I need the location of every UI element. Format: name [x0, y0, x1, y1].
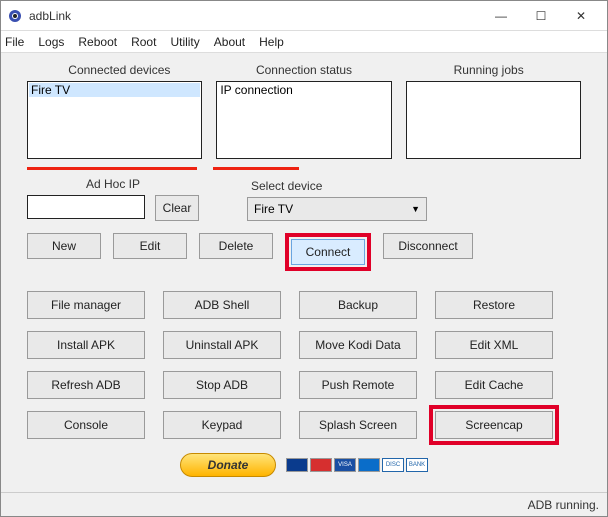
close-button[interactable]: ✕ [561, 2, 601, 30]
adhoc-ip-label: Ad Hoc IP [27, 177, 199, 191]
list-item: IP connection [218, 83, 389, 97]
move-kodi-button[interactable]: Move Kodi Data [299, 331, 417, 359]
console-button[interactable]: Console [27, 411, 145, 439]
annotation-highlight: Screencap [429, 405, 559, 445]
connected-devices-list[interactable]: Fire TV [27, 81, 202, 159]
new-button[interactable]: New [27, 233, 101, 259]
menubar: File Logs Reboot Root Utility About Help [1, 31, 607, 53]
stop-adb-button[interactable]: Stop ADB [163, 371, 281, 399]
payment-cards-icon: VISA DISC BANK [286, 458, 428, 472]
connection-status-label: Connection status [212, 63, 397, 77]
menu-about[interactable]: About [214, 35, 245, 49]
device-select-value: Fire TV [254, 202, 293, 216]
statusbar: ADB running. [1, 492, 607, 516]
connect-button[interactable]: Connect [291, 239, 365, 265]
annotation-line [213, 167, 299, 170]
connection-status-list[interactable]: IP connection [216, 81, 391, 159]
maximize-button[interactable]: ☐ [521, 2, 561, 30]
menu-file[interactable]: File [5, 35, 24, 49]
minimize-button[interactable]: — [481, 2, 521, 30]
adhoc-ip-input[interactable] [27, 195, 145, 219]
file-manager-button[interactable]: File manager [27, 291, 145, 319]
list-item[interactable]: Fire TV [29, 83, 200, 97]
keypad-button[interactable]: Keypad [163, 411, 281, 439]
edit-button[interactable]: Edit [113, 233, 187, 259]
running-jobs-label: Running jobs [396, 63, 581, 77]
push-remote-button[interactable]: Push Remote [299, 371, 417, 399]
menu-logs[interactable]: Logs [38, 35, 64, 49]
screencap-button[interactable]: Screencap [435, 411, 553, 439]
select-device-label: Select device [251, 179, 581, 193]
clear-button[interactable]: Clear [155, 195, 199, 221]
device-select[interactable]: Fire TV ▼ [247, 197, 427, 221]
menu-root[interactable]: Root [131, 35, 156, 49]
menu-utility[interactable]: Utility [170, 35, 199, 49]
app-icon [7, 8, 23, 24]
chevron-down-icon: ▼ [411, 204, 420, 214]
connected-devices-label: Connected devices [27, 63, 212, 77]
status-text: ADB running. [528, 498, 599, 512]
install-apk-button[interactable]: Install APK [27, 331, 145, 359]
donate-button[interactable]: Donate [180, 453, 276, 477]
adb-shell-button[interactable]: ADB Shell [163, 291, 281, 319]
splash-screen-button[interactable]: Splash Screen [299, 411, 417, 439]
titlebar: adbLink — ☐ ✕ [1, 1, 607, 31]
backup-button[interactable]: Backup [299, 291, 417, 319]
restore-button[interactable]: Restore [435, 291, 553, 319]
annotation-line [27, 167, 197, 170]
edit-cache-button[interactable]: Edit Cache [435, 371, 553, 399]
edit-xml-button[interactable]: Edit XML [435, 331, 553, 359]
delete-button[interactable]: Delete [199, 233, 273, 259]
running-jobs-list[interactable] [406, 81, 581, 159]
refresh-adb-button[interactable]: Refresh ADB [27, 371, 145, 399]
uninstall-apk-button[interactable]: Uninstall APK [163, 331, 281, 359]
disconnect-button[interactable]: Disconnect [383, 233, 473, 259]
window-title: adbLink [29, 9, 481, 23]
menu-help[interactable]: Help [259, 35, 284, 49]
annotation-highlight: Connect [285, 233, 371, 271]
menu-reboot[interactable]: Reboot [78, 35, 117, 49]
